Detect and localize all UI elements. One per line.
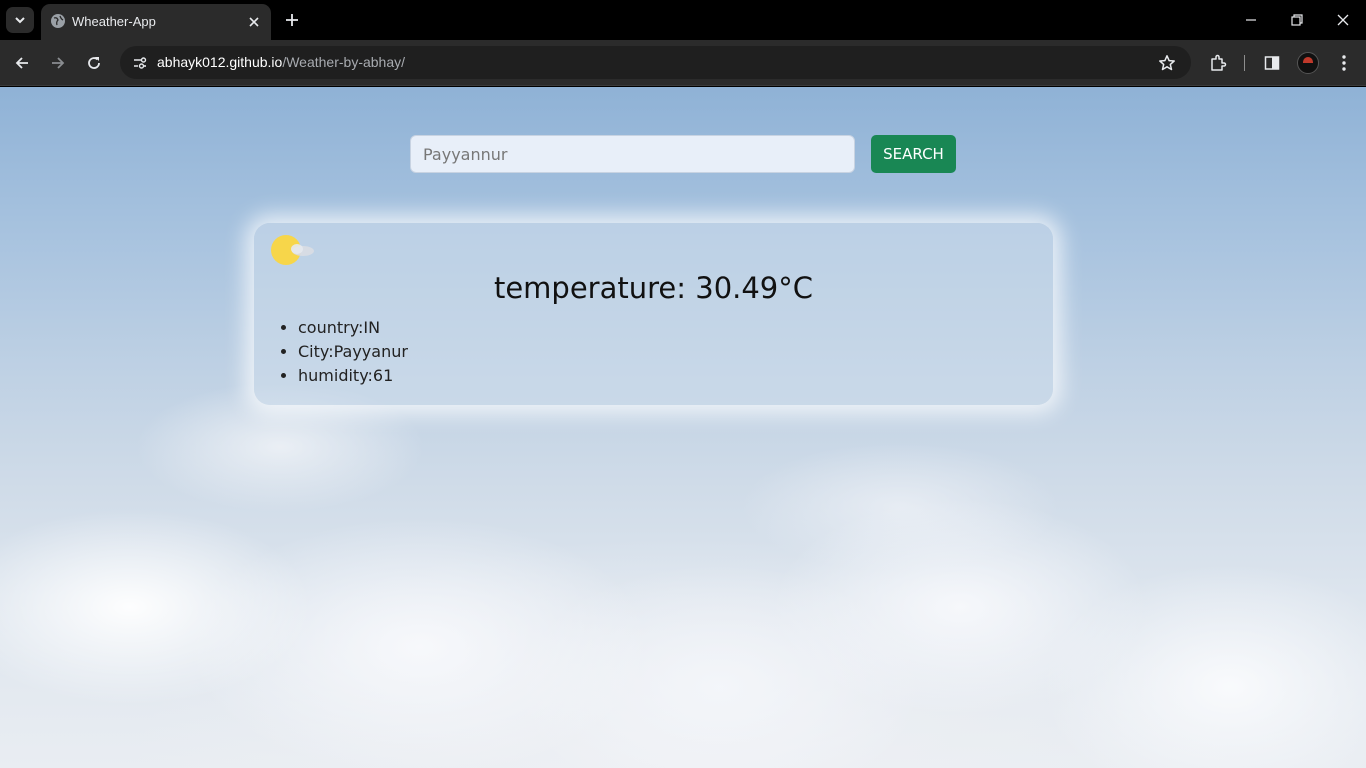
weather-app-page: SEARCH temperature: 30.49°C country:IN C… xyxy=(0,87,1366,768)
reload-icon[interactable] xyxy=(82,51,106,75)
tab-search-icon[interactable] xyxy=(6,7,34,33)
url-host: abhayk012.github.io xyxy=(157,54,283,70)
extensions-icon[interactable] xyxy=(1206,51,1230,75)
close-icon[interactable] xyxy=(245,13,263,31)
sun-cloud-icon xyxy=(270,233,318,267)
globe-icon xyxy=(50,13,66,33)
forward-icon[interactable] xyxy=(46,51,70,75)
url-text: abhayk012.github.io/Weather-by-abhay/ xyxy=(157,54,405,70)
more-icon[interactable] xyxy=(1332,51,1356,75)
plus-icon[interactable] xyxy=(281,9,303,31)
side-panel-icon[interactable] xyxy=(1260,51,1284,75)
tab-strip: Wheather-App xyxy=(0,0,1366,40)
browser-toolbar: abhayk012.github.io/Weather-by-abhay/ xyxy=(0,40,1366,86)
tab-active[interactable]: Wheather-App xyxy=(41,4,271,40)
profile-avatar[interactable] xyxy=(1297,52,1319,74)
humidity-item: humidity:61 xyxy=(298,364,408,388)
minimize-icon[interactable] xyxy=(1240,9,1262,31)
city-search-input[interactable] xyxy=(410,135,855,173)
site-info-icon[interactable] xyxy=(128,51,152,75)
search-button[interactable]: SEARCH xyxy=(871,135,956,173)
temperature-heading: temperature: 30.49°C xyxy=(493,271,814,305)
close-window-icon[interactable] xyxy=(1332,9,1354,31)
country-item: country:IN xyxy=(298,316,408,340)
weather-card: temperature: 30.49°C country:IN City:Pay… xyxy=(254,223,1053,405)
url-path: /Weather-by-abhay/ xyxy=(282,54,406,70)
star-icon[interactable] xyxy=(1155,51,1179,75)
restore-icon[interactable] xyxy=(1286,9,1308,31)
weather-details-list: country:IN City:Payyanur humidity:61 xyxy=(298,316,408,388)
city-item: City:Payyanur xyxy=(298,340,408,364)
tab-title: Wheather-App xyxy=(72,14,156,29)
back-icon[interactable] xyxy=(10,51,34,75)
toolbar-divider xyxy=(1244,55,1245,71)
address-bar[interactable]: abhayk012.github.io/Weather-by-abhay/ xyxy=(120,46,1191,79)
